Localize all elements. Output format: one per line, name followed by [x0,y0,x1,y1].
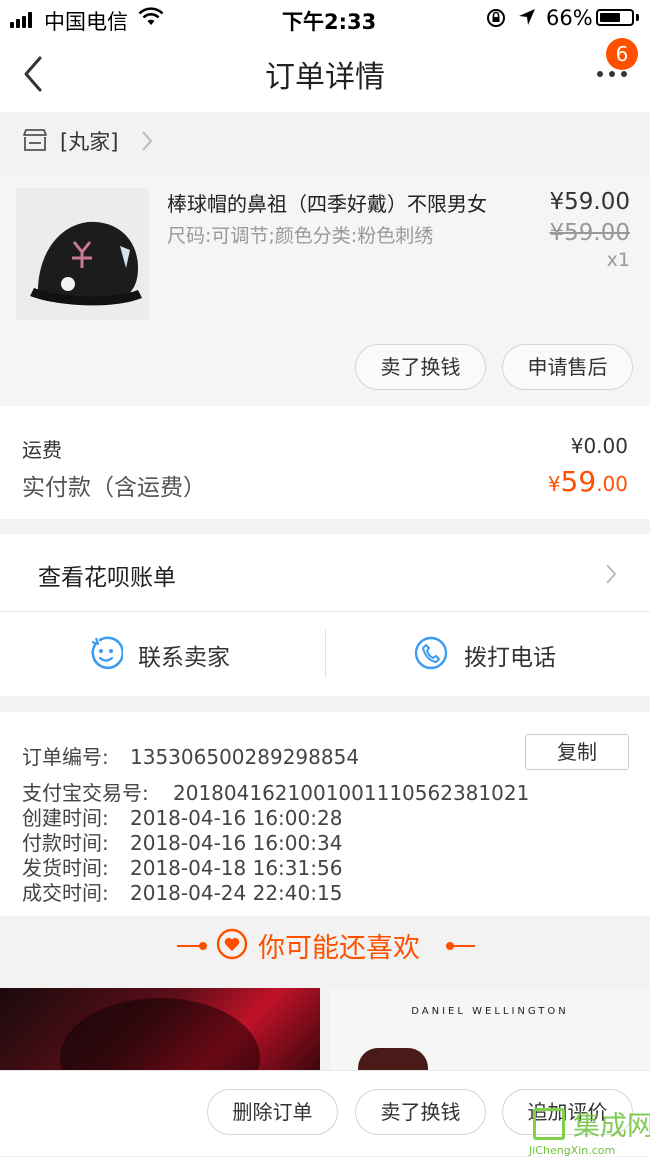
rotation-lock-icon [487,9,505,27]
closed-label: 成交时间: [22,881,109,905]
decor-line-right [449,945,475,947]
brand-text: DANIEL WELLINGTON [411,1006,569,1017]
paid-amount: ¥59.00 [548,465,628,498]
product-quantity: x1 [606,249,630,271]
call-phone-label: 拨打电话 [464,645,556,671]
chevron-right-icon [606,564,617,584]
phone-icon [414,636,448,670]
shipping-label: 运费 [22,438,62,462]
watermark-logo-icon [533,1108,565,1140]
sell-exchange-button[interactable]: 卖了换钱 [355,344,486,390]
wifi-icon [138,7,164,25]
heart-icon [216,928,248,960]
contact-seller-button[interactable]: 联系卖家 [0,612,325,696]
after-sale-button[interactable]: 申请售后 [502,344,633,390]
recommend-item-image[interactable]: DANIEL WELLINGTON [330,988,650,1070]
shop-icon [23,129,47,151]
product-image[interactable] [16,188,149,320]
image-shape [60,998,260,1070]
huabei-bill-row[interactable]: 查看花呗账单 [0,534,650,612]
product-price: ¥59.00 [549,189,630,215]
contact-seller-label: 联系卖家 [138,645,230,671]
cap-image [16,188,149,320]
order-number: 135306500289298854 [130,745,360,769]
contact-bar: 联系卖家 拨打电话 [0,612,650,696]
order-number-row: 订单编号: 135306500289298854 [22,741,359,770]
order-info: 订单编号: 135306500289298854 复制 支付宝交易号: 201804… [0,712,650,916]
closed-time: 2018-04-24 22:40:15 [130,881,343,905]
paid-int: 59 [560,465,597,498]
more-badge: 6 [606,38,638,70]
call-phone-button[interactable]: 拨打电话 [326,612,650,696]
closed-row: 成交时间: 2018-04-24 22:40:15 [22,877,342,906]
location-icon [519,9,535,25]
shop-name[interactable]: [丸家] [60,126,118,156]
shop-row[interactable]: [丸家] [0,112,650,176]
battery-tip [636,14,639,21]
copy-button[interactable]: 复制 [525,734,629,770]
order-number-label: 订单编号: [22,745,109,769]
nav-bar: 订单详情 [0,36,650,112]
product-title[interactable]: 棒球帽的鼻祖（四季好戴）不限男女 [167,188,487,217]
watermark-text: 集成网 [573,1111,650,1142]
delete-order-button[interactable]: 删除订单 [207,1089,338,1135]
decor-dot-left [199,942,207,950]
page-title: 订单详情 [265,60,385,95]
recommend-title: 你可能还喜欢 [258,933,420,964]
recommend-item-image[interactable] [0,988,320,1070]
clock: 下午2:33 [282,10,377,34]
fee-summary: 运费 ¥0.00 实付款（含运费） ¥59.00 [0,406,650,519]
product-card[interactable]: 棒球帽的鼻祖（四季好戴）不限男女 尺码:可调节;颜色分类:粉色刺绣 ¥59.00… [0,176,650,406]
huabei-label: 查看花呗账单 [38,565,176,591]
signal-icon [10,9,34,28]
paid-dec: .00 [596,472,628,496]
battery-icon [596,9,634,26]
product-sku: 尺码:可调节;颜色分类:粉色刺绣 [167,225,434,247]
carrier-name: 中国电信 [44,10,128,34]
shipping-value: ¥0.00 [570,434,628,458]
chevron-right-icon [142,131,153,151]
sell-exchange-bottom-button[interactable]: 卖了换钱 [355,1089,486,1135]
paid-currency: ¥ [547,472,561,496]
status-bar: 中国电信 下午2:33 66% [0,0,650,36]
watermark-sub: JiChengXin.com [529,1144,616,1157]
product-original-price: ¥59.00 [549,220,630,246]
battery-percent: 66% [546,6,593,30]
chat-face-icon [91,636,123,670]
recommend-header: 你可能还喜欢 [0,916,650,988]
image-shape [358,1048,428,1070]
paid-label: 实付款（含运费） [22,475,206,501]
